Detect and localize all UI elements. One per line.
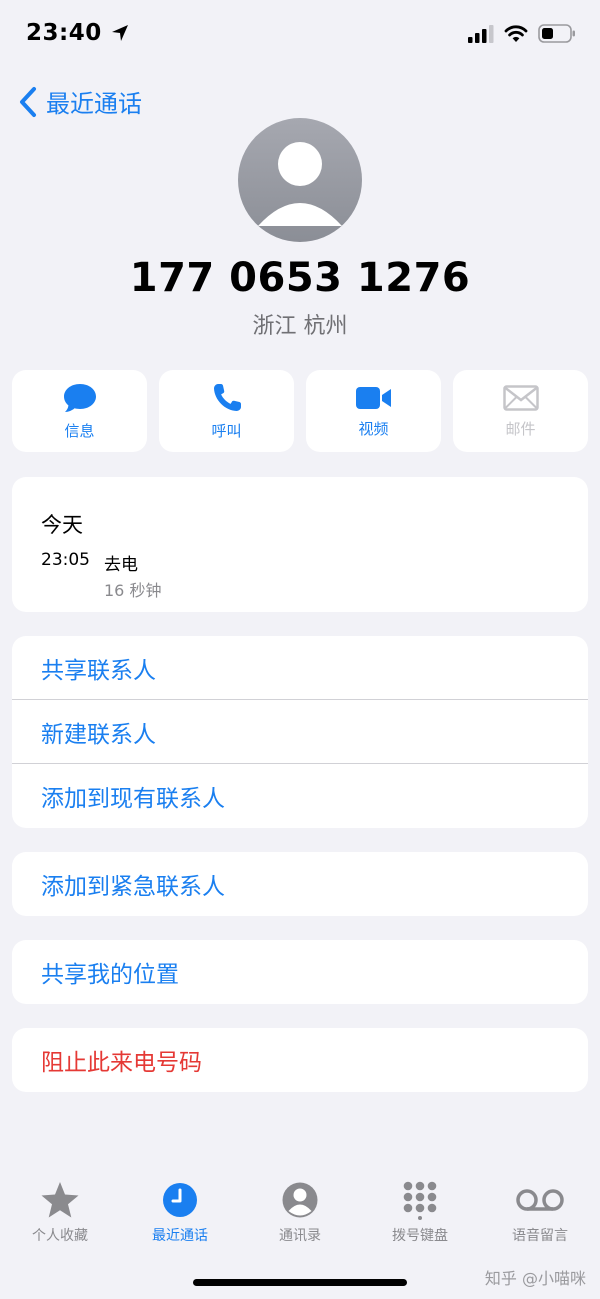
tab-contacts[interactable]: 通讯录 [240,1180,360,1250]
watermark: 知乎 @小喵咪 [484,1269,586,1288]
star-icon [41,1182,79,1218]
share-contact-button[interactable]: 共享联系人 [12,636,588,700]
tab-recents[interactable]: 最近通话 [120,1180,240,1250]
add-emergency-contact-button[interactable]: 添加到紧急联系人 [12,852,588,916]
mail-button[interactable]: 邮件 [453,370,588,452]
location-arrow-icon [111,25,128,41]
tab-keypad[interactable]: 拨号键盘 [360,1180,480,1250]
call-history-card: 今天 23:05 去电 16 秒钟 [12,477,588,612]
tab-keypad-label: 拨号键盘 [392,1228,448,1244]
history-day: 今天 [41,513,83,537]
call-button[interactable]: 呼叫 [159,370,294,452]
avatar [238,118,362,242]
tab-recents-label: 最近通话 [152,1228,208,1244]
phone-number: 177 0653 1276 [129,255,471,301]
tab-contacts-label: 通讯录 [279,1228,321,1244]
video-icon [355,386,391,409]
person-silhouette-icon [258,142,342,226]
history-entry: 23:05 去电 [41,550,138,575]
number-location: 浙江 杭州 [252,314,348,339]
battery-icon [538,24,575,43]
signal-icon [468,24,494,43]
clock-text: 23:40 [26,20,102,46]
tab-favorites-label: 个人收藏 [32,1228,88,1244]
message-icon [63,383,96,412]
call-label: 呼叫 [211,421,242,440]
voicemail-icon [516,1189,564,1211]
contact-options-group: 共享联系人 新建联系人 添加到现有联系人 [12,636,588,828]
status-time: 23:40 [26,20,130,46]
history-type: 去电 [104,555,138,575]
history-duration: 16 秒钟 [104,581,162,600]
tab-favorites[interactable]: 个人收藏 [0,1180,120,1250]
mail-icon [502,384,539,411]
emergency-group: 添加到紧急联系人 [12,852,588,916]
video-button[interactable]: 视频 [306,370,441,452]
location-group: 共享我的位置 [12,940,588,1004]
new-contact-button[interactable]: 新建联系人 [12,700,588,764]
block-group: 阻止此来电号码 [12,1028,588,1092]
mail-label: 邮件 [505,419,536,438]
clock-icon [163,1183,197,1217]
share-location-button[interactable]: 共享我的位置 [12,940,588,1004]
message-button[interactable]: 信息 [12,370,147,452]
tab-voicemail[interactable]: 语音留言 [480,1180,600,1250]
phone-icon [213,383,241,411]
wifi-icon [504,24,528,42]
message-label: 信息 [64,421,95,440]
tab-voicemail-label: 语音留言 [512,1228,568,1244]
video-label: 视频 [358,419,389,438]
status-bar: 23:40 [0,0,600,70]
back-label: 最近通话 [46,90,142,118]
status-indicators [468,24,576,43]
home-indicator[interactable] [193,1279,407,1286]
quick-actions: 信息 呼叫 视频 邮件 [12,370,588,452]
block-caller-button[interactable]: 阻止此来电号码 [12,1028,588,1092]
history-time: 23:05 [41,550,90,570]
chevron-left-icon [20,86,36,117]
person-icon [282,1182,318,1218]
keypad-icon [403,1181,437,1220]
tab-bar: 个人收藏 最近通话 通讯录 拨号键盘 语音留言 [0,1180,600,1250]
add-existing-contact-button[interactable]: 添加到现有联系人 [12,764,588,828]
back-button[interactable]: 最近通话 [18,84,142,119]
